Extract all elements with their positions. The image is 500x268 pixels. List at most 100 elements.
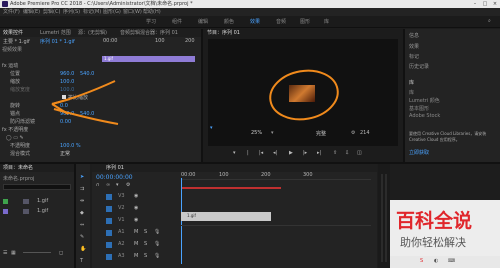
tab-lumetri-scopes[interactable]: Lumetri 范围 [40,29,71,37]
mute-icon[interactable]: M [134,229,138,235]
mic-icon[interactable]: 🎙 [154,253,160,259]
type-icon[interactable]: T [80,258,83,264]
work-area-bar[interactable] [181,187,281,189]
get-cc-link[interactable]: 立即获取 [409,149,429,156]
zoom-dropdown-icon[interactable]: ▾ [271,130,274,136]
marker-icon[interactable]: ▾ [116,182,119,188]
workspace-libraries[interactable]: 库 [324,18,329,25]
step-forward-icon[interactable]: |▸ [303,150,307,156]
mark-out-icon[interactable]: | [247,150,249,156]
pen-icon[interactable]: ✎ [80,234,84,240]
tab-effect-controls[interactable]: 效果控件 [3,29,23,37]
slip-icon[interactable]: ⇔ [80,222,84,228]
tab-program[interactable]: 节目：序列 01 [207,29,240,37]
tab-source[interactable]: 源：(无剪辑) [78,29,107,37]
quality-select[interactable]: 完整 [316,130,326,137]
timeline-ruler[interactable]: 00:00 100 200 300 [181,172,371,180]
ripple-edit-icon[interactable]: ⇹ [80,198,84,204]
solo-icon[interactable]: S [144,253,147,259]
tab-project[interactable]: 项目：未命名 [3,164,33,172]
eye-icon[interactable]: ◉ [134,217,138,223]
playhead[interactable] [181,178,182,264]
library-item-stock[interactable]: Adobe Stock [409,113,440,119]
workspace-editing[interactable]: 编辑 [198,18,208,25]
close-icon[interactable]: × [490,0,500,8]
timeline-timecode[interactable]: 00:00:00:00 [96,174,133,181]
ime-icon[interactable]: S [420,258,423,264]
mute-icon[interactable]: M [134,253,138,259]
workspace-effects[interactable]: 效果 [250,18,260,25]
hand-icon[interactable]: ✋ [80,246,86,252]
position-x[interactable]: 960.0 [60,70,74,78]
blend-mode-select[interactable]: 正常 [60,150,70,158]
new-item-icon[interactable]: ◻ [59,250,63,256]
source-patch-icon[interactable] [106,242,112,248]
menu-help[interactable]: 帮助(H) [143,8,161,16]
workspace-color[interactable]: 颜色 [224,18,234,25]
row-motion[interactable]: fx 运动 [2,62,100,70]
search-icon[interactable]: ⌕ [488,18,491,24]
source-patch-icon[interactable] [106,230,112,236]
source-patch-icon[interactable] [106,254,112,260]
mic-icon[interactable]: 🎙 [154,241,160,247]
library-item-graphics[interactable]: 基本图形 [409,105,429,112]
tab-sequence[interactable]: 序列 01 [106,164,124,172]
tab-markers[interactable]: 标记 [409,53,419,60]
timeline-clip[interactable]: 1.gif [181,212,271,221]
extract-icon[interactable]: ⇩ [345,150,349,156]
workspace-audio[interactable]: 音频 [276,18,286,25]
position-y[interactable]: 540.0 [80,70,94,78]
source-patch-icon[interactable] [106,206,112,212]
menu-edit[interactable]: 编辑(E) [23,8,40,16]
tab-audio-mixer[interactable]: 音频剪辑混合器：序列 01 [120,29,178,37]
solo-icon[interactable]: S [144,241,147,247]
selection-tool-icon[interactable]: ➤ [80,174,84,180]
library-item-lumetri[interactable]: Lumetri 颜色 [409,97,440,104]
snap-icon[interactable]: ∩ [96,182,100,188]
menu-window[interactable]: 窗口(W) [123,8,142,16]
razor-icon[interactable]: ◆ [80,210,84,216]
workspace-learn[interactable]: 学习 [146,18,156,25]
project-search-input[interactable] [3,184,71,190]
project-item[interactable]: 1.gif [3,208,71,217]
playhead-marker[interactable]: ▾ [210,125,213,131]
minimize-icon[interactable]: – [470,0,480,8]
wrench-icon[interactable]: ⚙ [351,130,355,136]
tab-history[interactable]: 历史记录 [409,63,429,70]
mark-in-icon[interactable]: ▾ [233,150,236,156]
tab-effects[interactable]: 效果 [409,43,419,50]
tab-libraries[interactable]: 库 [409,79,414,86]
lift-icon[interactable]: ⇪ [333,150,337,156]
linked-icon[interactable]: ∞ [106,182,110,188]
eye-icon[interactable]: ◉ [134,193,138,199]
menu-marker[interactable]: 标记(M) [83,8,101,16]
go-to-out-icon[interactable]: ▸| [317,150,321,156]
opacity-value[interactable]: 100.0 % [60,142,81,150]
tab-info[interactable]: 信息 [409,32,419,39]
mic-icon[interactable]: 🎙 [154,229,160,235]
wrench-timeline-icon[interactable]: ⚙ [126,182,130,188]
solo-icon[interactable]: S [144,229,147,235]
pen-mask-icon[interactable]: ✎ [20,135,24,141]
go-to-in-icon[interactable]: |◂ [259,150,263,156]
play-icon[interactable]: ▶ [289,150,293,156]
menu-sequence[interactable]: 序列(S) [63,8,80,16]
eye-icon[interactable]: ◉ [134,205,138,211]
workspace-graphics[interactable]: 图形 [300,18,310,25]
source-patch-icon[interactable] [106,218,112,224]
workspace-assembly[interactable]: 组件 [172,18,182,25]
menu-graphics[interactable]: 图形(G) [103,8,121,16]
zoom-slider[interactable] [23,252,51,253]
icon-view-icon[interactable]: ▦ [11,250,16,256]
source-label[interactable]: 主要 * 1.gif [3,38,30,45]
export-frame-icon[interactable]: ◫ [357,150,362,156]
step-back-icon[interactable]: ◂| [273,150,277,156]
zoom-select[interactable]: 25% [251,130,262,136]
list-view-icon[interactable]: ☰ [3,250,7,256]
source-patch-icon[interactable] [106,194,112,200]
maximize-icon[interactable]: □ [480,0,490,8]
mute-icon[interactable]: M [134,241,138,247]
ellipse-mask-icon[interactable]: ◯ [6,135,12,141]
library-item-library[interactable]: 库 [409,89,414,96]
rect-mask-icon[interactable]: ▭ [13,135,18,141]
